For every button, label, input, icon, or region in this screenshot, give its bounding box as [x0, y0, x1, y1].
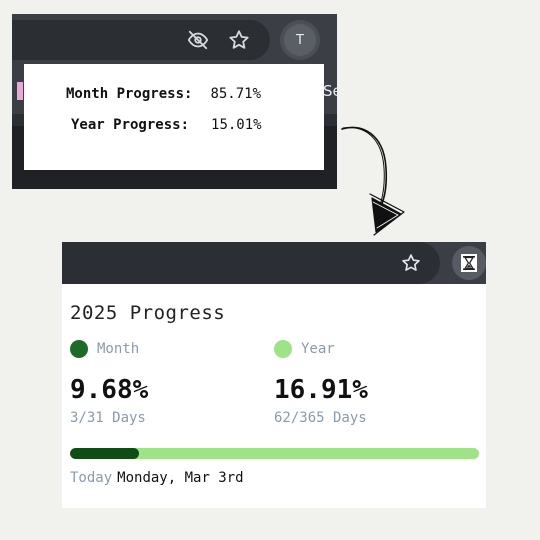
- old-year-progress-row: Year Progress: 15.01%: [71, 117, 262, 133]
- old-extension-screenshot: T Se Month Progress: 85.71% Year Progress…: [12, 14, 337, 189]
- hourglass-icon: [461, 254, 477, 272]
- month-days: 3/31 Days: [70, 410, 146, 426]
- progress-bar-fill: [70, 448, 140, 459]
- month-percent: 9.68%: [70, 375, 149, 405]
- old-year-value: 15.01%: [211, 117, 262, 133]
- year-percent: 16.91%: [274, 375, 368, 405]
- today-date: Monday, Mar 3rd: [117, 470, 244, 486]
- today-label: Today: [70, 470, 113, 486]
- extension-button[interactable]: [452, 246, 486, 280]
- new-address-bar[interactable]: [62, 242, 440, 284]
- new-extension-screenshot: 2025 Progress Month Year 9.68% 16.91% 3/…: [62, 242, 486, 508]
- today-row: Today Monday, Mar 3rd: [70, 470, 244, 486]
- curved-arrow-icon: [341, 126, 405, 236]
- month-legend-dot: [70, 340, 88, 358]
- year-days: 62/365 Days: [274, 410, 367, 426]
- old-month-value: 85.71%: [210, 86, 262, 102]
- progress-card-title: 2025 Progress: [70, 302, 226, 324]
- old-month-label: Month Progress:: [66, 86, 193, 102]
- progress-bar: [70, 448, 479, 459]
- eye-off-icon[interactable]: [187, 29, 209, 51]
- star-icon[interactable]: [401, 253, 421, 273]
- year-legend: Year: [274, 340, 335, 358]
- old-month-progress-row: Month Progress: 85.71%: [66, 86, 261, 102]
- old-year-label: Year Progress:: [71, 117, 190, 133]
- year-legend-label: Year: [301, 341, 335, 357]
- star-icon[interactable]: [228, 29, 250, 51]
- bookmark-label[interactable]: Se: [323, 82, 337, 100]
- month-legend: Month: [70, 340, 139, 358]
- old-progress-popup: Month Progress: 85.71% Year Progress: 15.0…: [24, 64, 324, 170]
- bookmark-favicon: [17, 82, 23, 100]
- month-legend-label: Month: [97, 341, 140, 357]
- profile-avatar[interactable]: T: [284, 24, 316, 56]
- year-legend-dot: [274, 340, 292, 358]
